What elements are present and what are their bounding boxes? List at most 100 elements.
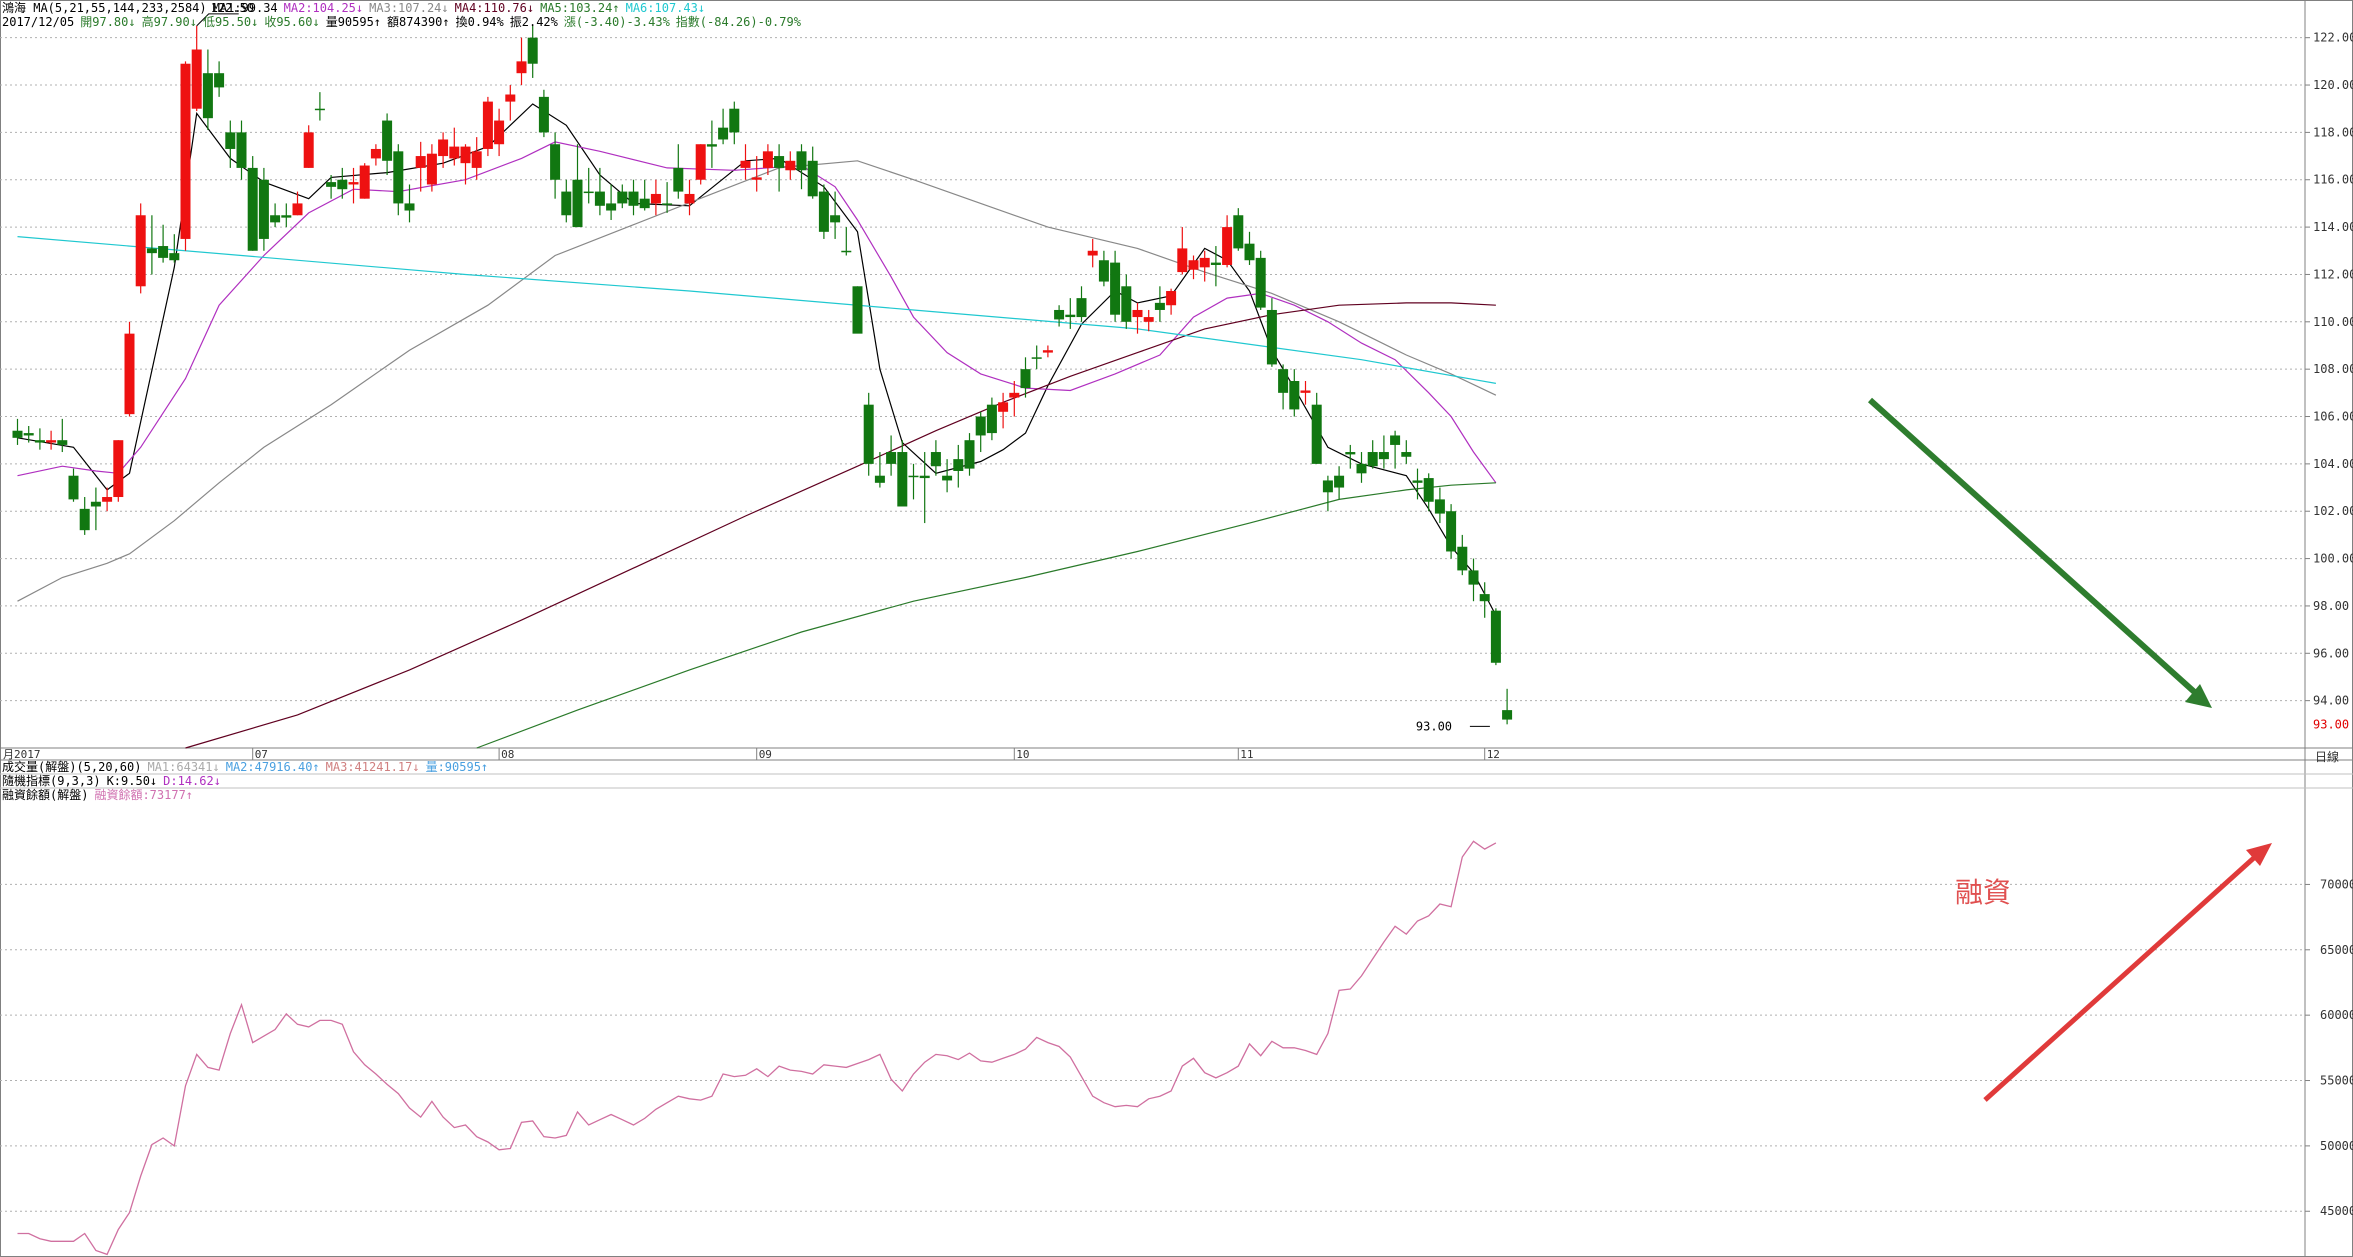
candle-body — [1345, 452, 1356, 455]
candle-body — [482, 101, 493, 149]
candle-body — [426, 153, 437, 185]
volume-item-4: 量:90595↑ — [425, 760, 489, 774]
candle-body — [852, 286, 863, 334]
candle-body — [382, 120, 393, 161]
candle-body — [1054, 309, 1065, 320]
margin-tick-label: 60000 — [2320, 1008, 2353, 1022]
candle-body — [124, 333, 135, 415]
line1-item-3: MA3:107.24↓ — [369, 1, 449, 15]
volume-header: 成交量(解盤)(5,20,60) MA1:64341↓ MA2:47916.40↑ M… — [2, 760, 494, 775]
price-tick-label: 96.00 — [2313, 646, 2349, 660]
margin-tick-label: 50000 — [2320, 1139, 2353, 1153]
candle-body — [90, 501, 101, 507]
candle-body — [830, 215, 841, 223]
margin-item-1: 融資餘額:73177↑ — [94, 788, 194, 802]
volume-item-3: MA3:41241.17↓ — [325, 760, 420, 774]
line2-item-9: 漲(-3.40)-3.43% — [563, 15, 670, 29]
candle-body — [1121, 286, 1132, 322]
candle-body — [1009, 392, 1020, 398]
candle-body — [662, 203, 673, 205]
candle-body — [158, 246, 169, 258]
price-tick-label: 116.00 — [2313, 173, 2353, 187]
candle-body — [505, 94, 516, 102]
candle-body — [1143, 317, 1154, 322]
candle-body — [1098, 260, 1109, 282]
candle-body — [1199, 257, 1210, 268]
candle-body — [1490, 610, 1501, 663]
candle-body — [303, 132, 314, 168]
candle-body — [68, 475, 79, 500]
candle-body — [897, 452, 908, 507]
price-tick-label: 104.00 — [2313, 457, 2353, 471]
candle-body — [684, 193, 695, 204]
margin-item-0: 融資餘額(解盤) — [2, 788, 89, 802]
candle-body — [359, 165, 370, 199]
candle-body — [438, 139, 449, 157]
candle-body — [740, 160, 751, 168]
candle-body — [527, 37, 538, 64]
candle-body — [314, 108, 325, 111]
candle-body — [23, 433, 34, 436]
candle-body — [886, 452, 897, 464]
month-label: 11 — [1240, 748, 1253, 761]
red-arrow-line — [1983, 854, 2258, 1102]
candle-body — [102, 497, 113, 502]
candle-body — [1255, 257, 1266, 308]
candle-body — [998, 402, 1009, 412]
margin-balance-line — [17, 840, 1497, 1256]
candle-body — [292, 203, 303, 216]
candle-body — [1154, 302, 1165, 310]
candle-body — [1468, 570, 1479, 585]
candle-body — [236, 132, 247, 168]
price-tick-label: 122.00 — [2313, 31, 2353, 45]
candle-body — [1166, 291, 1177, 306]
stock-chart: 94.00 96.00 98.00 100.00 102.00 104.00 106.00 1… — [0, 0, 2353, 1257]
ohlc-header: 2017/12/05 開97.80↓ 高97.90↓ 低95.50↓ 收95.60↓ 量9… — [2, 15, 807, 30]
line2-item-10: 指數(-84.26)-0.79% — [675, 15, 801, 29]
candle-body — [214, 73, 225, 88]
candle-body — [919, 475, 930, 479]
candle-body — [1322, 480, 1333, 493]
candle-body — [337, 179, 348, 190]
candle-body — [1244, 243, 1255, 261]
candle-body — [460, 146, 471, 164]
candle-body — [639, 198, 650, 209]
candle-body — [404, 203, 415, 211]
margin-annotation: 融資 — [1955, 876, 2011, 909]
axis-unit-label: 日線 — [2315, 749, 2339, 764]
candle-body — [1502, 710, 1513, 720]
candle-body — [1065, 314, 1076, 318]
candle-body — [494, 120, 505, 145]
candle-body — [774, 156, 785, 168]
candle-body — [1311, 404, 1322, 464]
candle-body — [606, 203, 617, 211]
price-tick-label: 102.00 — [2313, 504, 2353, 518]
candle-body — [818, 191, 829, 232]
candle-body — [1266, 309, 1277, 365]
candle-body — [1087, 250, 1098, 256]
line2-item-5: 量90595↑ — [325, 15, 382, 29]
candle-body — [281, 215, 292, 218]
candle-body — [146, 248, 157, 254]
line1-item-5: MA5:103.24↑ — [540, 1, 620, 15]
kd-item-2: D:14.62↓ — [163, 774, 221, 788]
candle-body — [1076, 298, 1087, 318]
candle-body — [964, 440, 975, 469]
price-tick-label: 100.00 — [2313, 552, 2353, 566]
low-label: 93.00 — [1416, 719, 1452, 733]
line1-item-4: MA4:110.76↓ — [454, 1, 535, 15]
kd-header: 隨機指標(9,3,3) K:9.50↓ D:14.62↓ — [2, 774, 227, 789]
price-tick-label: 98.00 — [2313, 599, 2349, 613]
candle-body — [258, 179, 269, 239]
candle-body — [1042, 350, 1053, 353]
candle-body — [1446, 511, 1457, 552]
candle-body — [986, 404, 997, 434]
line2-item-1: 開97.80↓ — [80, 15, 136, 29]
price-tick-label: 106.00 — [2313, 410, 2353, 424]
candle-body — [628, 191, 639, 206]
candle-body — [1401, 452, 1412, 457]
candle-body — [225, 132, 236, 149]
candle-body — [1412, 480, 1423, 483]
price-tick-label: 120.00 — [2313, 78, 2353, 92]
candle-body — [135, 215, 146, 287]
